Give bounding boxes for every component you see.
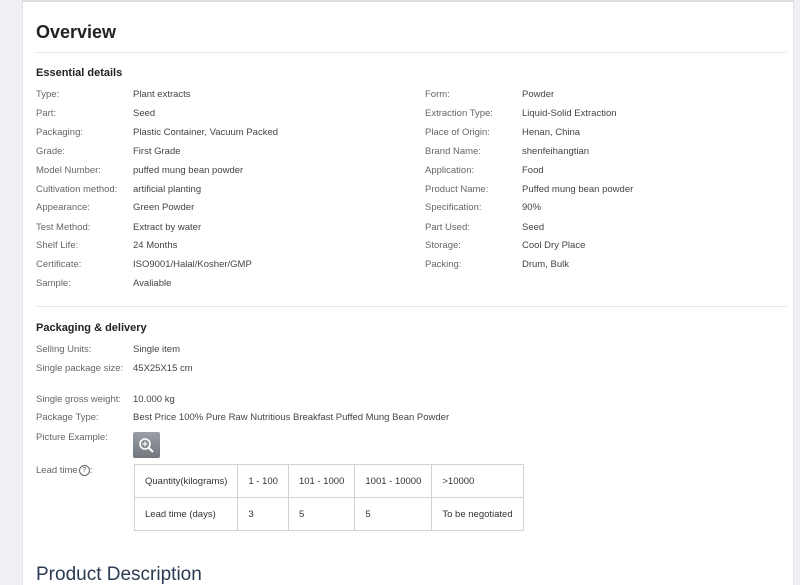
place-of-origin-value: Henan, China xyxy=(522,127,581,138)
gross-weight-label: Single gross weight: xyxy=(36,394,122,405)
form-value: Powder xyxy=(522,89,555,100)
divider xyxy=(36,306,787,307)
product-name-value: Puffed mung bean powder xyxy=(522,184,634,195)
table-cell: 1001 - 10000 xyxy=(354,464,433,498)
storage-label: Storage: xyxy=(425,240,461,251)
table-cell: >10000 xyxy=(431,464,524,498)
essential-details-heading: Essential details xyxy=(36,67,123,79)
brand-name-label: Brand Name: xyxy=(425,146,481,157)
table-row: Lead time (days) 3 5 5 To be negotiated xyxy=(133,497,524,531)
packaging-value: Plastic Container, Vacuum Packed xyxy=(133,127,279,138)
lead-time-text: Lead time xyxy=(36,465,78,477)
gross-weight-value: 10.000 kg xyxy=(133,394,175,405)
lead-time-label: Lead time?: xyxy=(36,465,93,477)
product-name-label: Product Name: xyxy=(425,184,489,195)
overview-title: Overview xyxy=(36,22,117,42)
cultivation-method-label: Cultivation method: xyxy=(36,184,118,195)
selling-units-value: Single item xyxy=(133,344,180,355)
shelf-life-label: Shelf Life: xyxy=(36,240,79,251)
grade-value: First Grade xyxy=(133,146,181,157)
part-used-label: Part Used: xyxy=(425,222,470,233)
picture-example-label: Picture Example: xyxy=(36,432,108,443)
table-cell: Quantity(kilograms) xyxy=(133,464,239,498)
package-type-value: Best Price 100% Pure Raw Nutritious Brea… xyxy=(133,412,450,423)
picture-example-thumbnail[interactable] xyxy=(133,432,160,458)
appearance-label: Appearance: xyxy=(36,202,90,213)
test-method-label: Test Method: xyxy=(36,222,91,233)
grade-label: Grade: xyxy=(36,146,66,157)
table-cell: 101 - 1000 xyxy=(287,464,356,498)
package-size-value: 45X25X15 cm xyxy=(133,363,193,374)
specification-value: 90% xyxy=(522,202,542,213)
divider xyxy=(36,52,787,53)
package-type-label: Package Type: xyxy=(36,412,99,423)
type-value: Plant extracts xyxy=(133,89,191,100)
model-number-label: Model Number: xyxy=(36,165,101,176)
zoom-icon xyxy=(139,438,154,453)
sample-value: Avaliable xyxy=(133,278,172,289)
certificate-value: ISO9001/Halal/Kosher/GMP xyxy=(133,259,252,270)
part-used-value: Seed xyxy=(522,222,545,233)
storage-value: Cool Dry Place xyxy=(522,240,586,251)
table-cell: 3 xyxy=(237,497,289,531)
part-value: Seed xyxy=(133,108,156,119)
table-cell: 5 xyxy=(354,497,433,531)
help-icon[interactable]: ? xyxy=(78,465,90,476)
table-cell: 1 - 100 xyxy=(237,464,289,498)
specification-label: Specification: xyxy=(425,202,482,213)
part-label: Part: xyxy=(36,108,57,119)
product-detail-panel: Overview Essential details Type: Plant e… xyxy=(22,0,794,585)
appearance-value: Green Powder xyxy=(133,202,195,213)
extraction-type-label: Extraction Type: xyxy=(425,108,493,119)
extraction-type-value: Liquid-Solid Extraction xyxy=(522,108,617,119)
cultivation-method-value: artificial planting xyxy=(133,184,202,195)
model-number-value: puffed mung bean powder xyxy=(133,165,244,176)
selling-units-label: Selling Units: xyxy=(36,344,92,355)
type-label: Type: xyxy=(36,89,60,100)
application-value: Food xyxy=(522,165,544,176)
packaging-label: Packaging: xyxy=(36,127,84,138)
lead-time-table: Quantity(kilograms) 1 - 100 101 - 1000 1… xyxy=(133,464,524,531)
table-row: Quantity(kilograms) 1 - 100 101 - 1000 1… xyxy=(133,464,524,498)
place-of-origin-label: Place of Origin: xyxy=(425,127,490,138)
packing-value: Drum, Bulk xyxy=(522,259,569,270)
table-cell: Lead time (days) xyxy=(133,497,239,531)
product-description-title: Product Description xyxy=(36,564,202,585)
packaging-delivery-heading: Packaging & delivery xyxy=(36,322,147,334)
table-cell: To be negotiated xyxy=(431,497,524,531)
package-size-label: Single package size: xyxy=(36,363,124,374)
form-label: Form: xyxy=(425,89,450,100)
shelf-life-value: 24 Months xyxy=(133,240,178,251)
test-method-value: Extract by water xyxy=(133,222,202,233)
certificate-label: Certificate: xyxy=(36,259,82,270)
packing-label: Packing: xyxy=(425,259,462,270)
application-label: Application: xyxy=(425,165,475,176)
brand-name-value: shenfeihangtian xyxy=(522,146,590,157)
sample-label: Sample: xyxy=(36,278,71,289)
table-cell: 5 xyxy=(287,497,356,531)
